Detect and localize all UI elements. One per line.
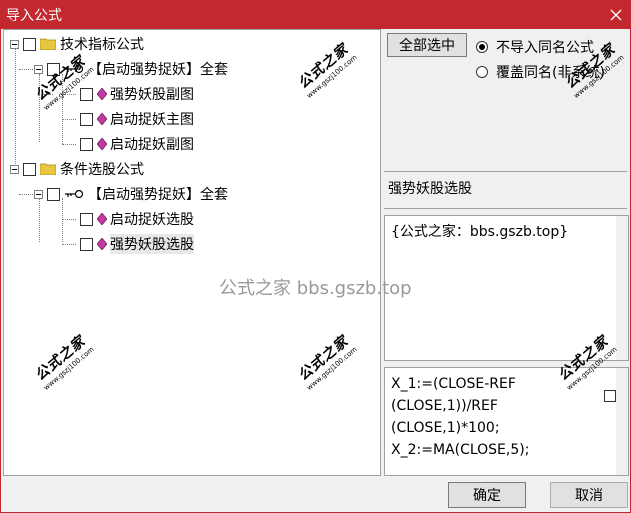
options-panel: 全部选中 不导入同名公式 覆盖同名(非系统) 强势妖股选股 {公式之家：bbs.… [384, 29, 631, 476]
code-line: X_2:=MA(CLOSE,5); [391, 442, 530, 458]
formula-gem-icon [97, 88, 107, 100]
radio-button[interactable] [476, 41, 488, 53]
tree-node-label: 启动捉妖选股 [110, 212, 194, 228]
code-line: (CLOSE,1))/REF [391, 398, 498, 414]
tree-node-label: 【启动强势捉妖】全套 [88, 62, 228, 78]
tree-node-formula[interactable]: 启动捉妖主图 [80, 108, 194, 130]
radio-button[interactable] [476, 66, 488, 78]
description-text: {公式之家：bbs.gszb.top} [391, 224, 569, 240]
close-icon [610, 9, 622, 20]
tree-node-label: 启动捉妖主图 [110, 112, 194, 128]
radio-no-import[interactable]: 不导入同名公式 [476, 37, 594, 57]
collapse-toggle[interactable] [10, 39, 19, 49]
tree-node-label: 技术指标公式 [60, 37, 144, 53]
key-icon [65, 189, 84, 199]
watermark-text: 公式之家 bbs.gszb.top [219, 278, 412, 299]
formula-gem-icon [97, 213, 107, 225]
title-bar: 导入公式 [0, 0, 631, 29]
code-scrollbar[interactable] [616, 368, 628, 475]
tree-node-label: 启动捉妖副图 [110, 137, 194, 153]
radio-label: 不导入同名公式 [496, 40, 594, 56]
ok-button[interactable]: 确定 [448, 482, 526, 508]
tree-node-label: 【启动强势捉妖】全套 [88, 187, 228, 203]
select-all-button[interactable]: 全部选中 [387, 33, 467, 57]
tree-node-formula[interactable]: 启动捉妖选股 [80, 208, 194, 230]
tree-node-label: 强势妖股副图 [110, 87, 194, 103]
formula-gem-icon [97, 238, 107, 250]
node-checkbox[interactable] [80, 87, 93, 101]
formula-gem-icon [97, 113, 107, 125]
dialog-body: 技术指标公式 【启动强势捉妖】全套 强势妖股副图 启动捉妖主图 启动捉妖副图 条… [0, 29, 631, 513]
cancel-button[interactable]: 取消 [550, 482, 628, 508]
tree-node-formula[interactable]: 启动捉妖副图 [80, 133, 194, 155]
tree-node-selection-suite[interactable]: 【启动强势捉妖】全套 [34, 183, 228, 205]
node-checkbox[interactable] [23, 162, 36, 176]
code-checkbox[interactable] [604, 390, 616, 402]
folder-icon [40, 163, 56, 175]
node-checkbox[interactable] [80, 112, 93, 126]
formula-name-field: 强势妖股选股 [384, 171, 627, 209]
node-checkbox[interactable] [47, 187, 60, 201]
node-checkbox[interactable] [80, 137, 93, 151]
folder-icon [40, 38, 56, 50]
node-checkbox[interactable] [80, 237, 93, 251]
tree-node-label: 条件选股公式 [60, 162, 144, 178]
formula-gem-icon [97, 138, 107, 150]
node-checkbox[interactable] [23, 37, 36, 51]
window-title: 导入公式 [6, 8, 62, 24]
collapse-toggle[interactable] [34, 189, 43, 199]
node-checkbox[interactable] [80, 212, 93, 226]
code-line: (CLOSE,1)*100; [391, 420, 500, 436]
description-scrollbar[interactable] [616, 216, 628, 360]
tree-node-stock-selection[interactable]: 条件选股公式 [10, 158, 144, 180]
collapse-toggle[interactable] [34, 64, 43, 74]
formula-code[interactable]: X_1:=(CLOSE-REF (CLOSE,1))/REF (CLOSE,1)… [384, 367, 629, 476]
collapse-toggle[interactable] [10, 164, 19, 174]
tree-node-formula-selected[interactable]: 强势妖股选股 [80, 233, 194, 255]
tree-node-formula[interactable]: 强势妖股副图 [80, 83, 194, 105]
close-button[interactable] [601, 0, 631, 29]
tree-node-label: 强势妖股选股 [110, 234, 194, 254]
